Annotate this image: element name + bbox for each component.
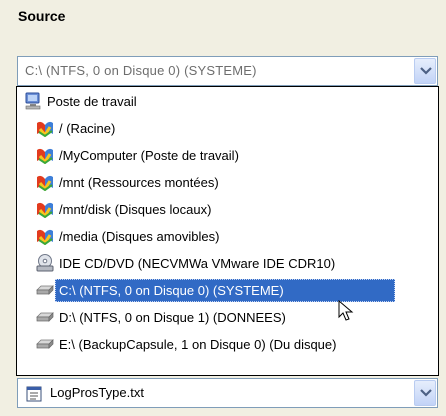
list-item-racine[interactable]: / (Racine) xyxy=(17,116,438,141)
file-dropdown-arrow-button[interactable] xyxy=(414,380,436,406)
text-file-icon xyxy=(26,386,42,402)
list-item-label: D:\ (NTFS, 0 on Disque 1) (DONNEES) xyxy=(59,310,286,325)
linux-folder-icon xyxy=(37,121,53,137)
list-item-label: C:\ (NTFS, 0 on Disque 0) (SYSTEME) xyxy=(59,283,284,298)
file-combobox[interactable]: LogProsType.txt xyxy=(17,378,438,408)
list-item-drive-c[interactable]: C:\ (NTFS, 0 on Disque 0) (SYSTEME) xyxy=(17,278,438,303)
list-item-label: /media (Disques amovibles) xyxy=(59,229,220,244)
source-dropdown-list[interactable]: Poste de travail / (Racine) /MyComputer … xyxy=(16,86,439,376)
dropdown-arrow-button[interactable] xyxy=(414,58,436,84)
source-title: Source xyxy=(18,8,66,24)
list-item-label: /mnt/disk (Disques locaux) xyxy=(59,202,212,217)
linux-folder-icon xyxy=(37,229,53,245)
list-item-label: IDE CD/DVD (NECVMWa VMware IDE CDR10) xyxy=(59,256,336,271)
list-item-mycomputer[interactable]: /MyComputer (Poste de travail) xyxy=(17,143,438,168)
computer-icon xyxy=(25,92,41,110)
list-item-label: /mnt (Ressources montées) xyxy=(59,175,219,190)
source-combobox-value: C:\ (NTFS, 0 on Disque 0) (SYSTEME) xyxy=(25,63,257,78)
source-combobox[interactable]: C:\ (NTFS, 0 on Disque 0) (SYSTEME) xyxy=(17,56,438,86)
mouse-cursor-icon xyxy=(338,300,354,321)
chevron-down-icon xyxy=(420,389,432,397)
list-item-media[interactable]: /media (Disques amovibles) xyxy=(17,224,438,249)
linux-folder-icon xyxy=(37,175,53,191)
list-item-label: / (Racine) xyxy=(59,121,116,136)
cd-drive-icon xyxy=(36,254,54,272)
list-item-mnt[interactable]: /mnt (Ressources montées) xyxy=(17,170,438,195)
list-item-drive-d[interactable]: D:\ (NTFS, 0 on Disque 1) (DONNEES) xyxy=(17,305,438,330)
chevron-down-icon xyxy=(420,67,432,75)
list-item-label: E:\ (BackupCapsule, 1 on Disque 0) (Du d… xyxy=(59,337,337,352)
hard-drive-icon xyxy=(36,285,54,295)
file-combobox-value: LogProsType.txt xyxy=(50,385,144,400)
hard-drive-icon xyxy=(36,339,54,349)
linux-folder-icon xyxy=(37,202,53,218)
list-item-drive-e[interactable]: E:\ (BackupCapsule, 1 on Disque 0) (Du d… xyxy=(17,332,438,357)
list-item-label: /MyComputer (Poste de travail) xyxy=(59,148,239,163)
list-item-mnt-disk[interactable]: /mnt/disk (Disques locaux) xyxy=(17,197,438,222)
hard-drive-icon xyxy=(36,312,54,322)
list-item-cd-dvd[interactable]: IDE CD/DVD (NECVMWa VMware IDE CDR10) xyxy=(17,251,438,276)
linux-folder-icon xyxy=(37,148,53,164)
list-item-label: Poste de travail xyxy=(47,94,137,109)
list-item-poste-de-travail[interactable]: Poste de travail xyxy=(17,89,438,114)
